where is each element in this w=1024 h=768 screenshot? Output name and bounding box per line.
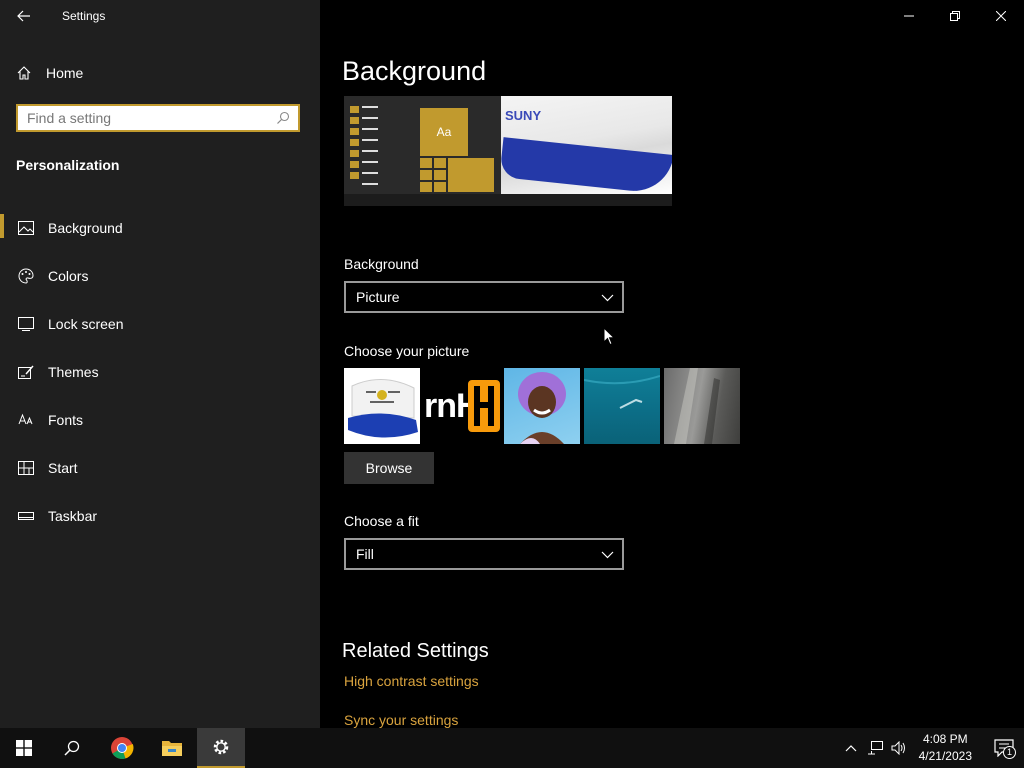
start-menu-preview: Aa: [344, 96, 501, 194]
background-dropdown-value: Picture: [356, 289, 400, 305]
chevron-down-icon: [601, 294, 614, 302]
action-center-button[interactable]: 1: [984, 728, 1024, 768]
taskbar-search-button[interactable]: [48, 728, 96, 768]
back-button[interactable]: [10, 4, 38, 28]
sidebar-item-taskbar[interactable]: Taskbar: [0, 492, 320, 540]
restore-icon: [950, 11, 960, 21]
minimize-icon: [904, 15, 914, 17]
home-icon: [17, 66, 31, 80]
sidebar-item-label: Background: [48, 220, 123, 236]
start-icon: [18, 460, 34, 476]
window-controls: [886, 0, 1024, 32]
thumbnail-woman[interactable]: [504, 368, 580, 444]
sidebar-item-label: Taskbar: [48, 508, 98, 524]
sync-settings-link[interactable]: Sync your settings: [344, 712, 458, 728]
related-settings-title: Related Settings: [342, 640, 489, 662]
main-content: Background Aa SUNY Background Picture Ch…: [320, 0, 1024, 728]
clock[interactable]: 4:08 PM 4/21/2023: [919, 731, 972, 765]
window-title: Settings: [62, 9, 106, 23]
background-preview: Aa SUNY: [344, 96, 672, 206]
choose-fit-label: Choose a fit: [344, 513, 419, 529]
page-title: Background: [342, 56, 487, 86]
thumbnail-hat[interactable]: [344, 368, 420, 444]
system-tray: 4:08 PM 4/21/2023 1: [839, 728, 1024, 768]
sidebar-item-background[interactable]: Background: [0, 204, 320, 252]
speaker-icon: [891, 741, 905, 755]
volume-button[interactable]: [887, 728, 911, 768]
settings-taskbar-button[interactable]: [197, 728, 245, 768]
minimize-button[interactable]: [886, 0, 932, 32]
restore-button[interactable]: [932, 0, 978, 32]
chevron-down-icon: [601, 551, 614, 559]
picture-thumbnails: rnH: [344, 368, 740, 444]
network-icon: [867, 741, 883, 755]
clock-date: 4/21/2023: [918, 749, 972, 763]
sidebar-item-label: Lock screen: [48, 316, 124, 332]
choose-picture-label: Choose your picture: [344, 343, 470, 359]
close-button[interactable]: [978, 0, 1024, 32]
back-arrow-icon: [17, 10, 30, 22]
palette-icon: [18, 268, 34, 284]
windows-logo-icon: [16, 740, 32, 756]
notification-badge: 1: [1003, 746, 1016, 759]
sidebar-item-label: Themes: [48, 364, 99, 380]
chrome-icon: [111, 737, 134, 759]
background-dropdown[interactable]: Picture: [344, 281, 624, 313]
sidebar-item-start[interactable]: Start: [0, 444, 320, 492]
sidebar-item-fonts[interactable]: Fonts: [0, 396, 320, 444]
fit-dropdown-value: Fill: [356, 546, 374, 562]
sidebar-item-themes[interactable]: Themes: [0, 348, 320, 396]
search-box[interactable]: [16, 104, 300, 132]
sidebar-nav: Background Colors Lock screen Themes Fon…: [0, 204, 320, 540]
fonts-icon: [18, 412, 34, 428]
taskbar-icon: [18, 508, 34, 524]
start-button[interactable]: [0, 728, 48, 768]
gear-icon: [213, 739, 229, 755]
section-title: Personalization: [16, 157, 120, 173]
network-button[interactable]: [863, 728, 887, 768]
folder-icon: [162, 741, 182, 756]
home-link[interactable]: Home: [16, 62, 83, 84]
preview-tile: Aa: [420, 108, 468, 156]
browse-button[interactable]: Browse: [344, 452, 434, 484]
show-hidden-icons-button[interactable]: [839, 728, 863, 768]
mouse-cursor-icon: [603, 327, 615, 346]
clock-time: 4:08 PM: [922, 732, 968, 746]
sidebar-item-label: Fonts: [48, 412, 84, 428]
background-label: Background: [344, 256, 419, 272]
taskbar: 4:08 PM 4/21/2023 1: [0, 728, 1024, 768]
search-icon: [64, 740, 80, 756]
thumbnail-cliff[interactable]: [664, 368, 740, 444]
sidebar-item-label: Colors: [48, 268, 89, 284]
sidebar-item-colors[interactable]: Colors: [0, 252, 320, 300]
preview-image-text: SUNY: [505, 108, 542, 123]
lock-screen-icon: [18, 316, 34, 332]
sidebar-item-lock-screen[interactable]: Lock screen: [0, 300, 320, 348]
thumbnail-underwater[interactable]: [584, 368, 660, 444]
home-label: Home: [46, 65, 84, 81]
picture-icon: [18, 220, 34, 236]
preview-wallpaper: SUNY: [501, 96, 672, 194]
search-input[interactable]: [18, 109, 272, 127]
close-icon: [996, 11, 1006, 21]
fit-dropdown[interactable]: Fill: [344, 538, 624, 570]
search-icon[interactable]: [272, 107, 294, 129]
sidebar: Settings Home Personalization Background: [0, 0, 320, 728]
themes-icon: [18, 364, 34, 380]
chevron-up-icon: [845, 745, 857, 752]
chrome-button[interactable]: [98, 728, 146, 768]
file-explorer-button[interactable]: [148, 728, 196, 768]
thumbnail-logo[interactable]: rnH: [424, 368, 500, 444]
sidebar-item-label: Start: [48, 460, 78, 476]
high-contrast-link[interactable]: High contrast settings: [344, 673, 479, 689]
